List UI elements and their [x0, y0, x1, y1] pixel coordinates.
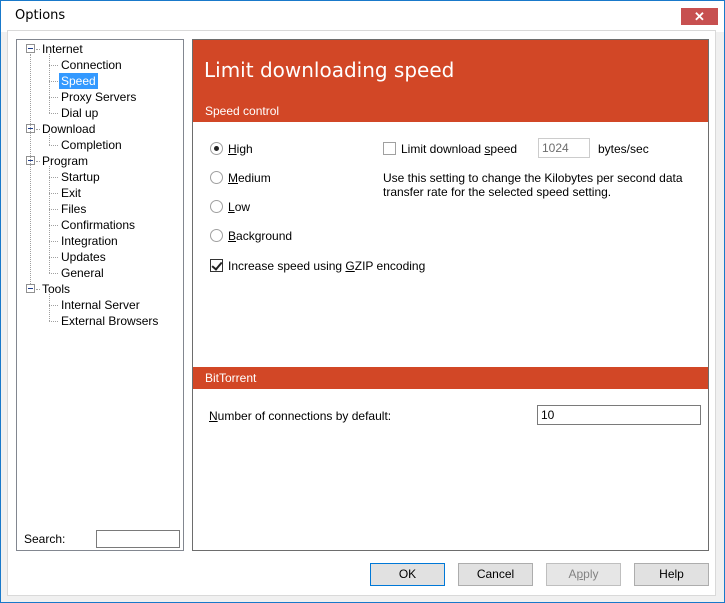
tree-item-external-browsers[interactable]: External Browsers — [59, 313, 160, 329]
tree-connector — [49, 81, 58, 82]
tree-connector — [49, 54, 50, 113]
radio-high[interactable] — [210, 142, 223, 155]
page-title: Limit downloading speed — [204, 58, 455, 82]
tree-item-connection[interactable]: Connection — [59, 57, 124, 73]
search-label: Search: — [24, 532, 66, 546]
title-bar: Options ✕ — [1, 1, 724, 32]
tree-item-internet[interactable]: Internet — [40, 41, 85, 57]
radio-low[interactable] — [210, 200, 223, 213]
tree-connector — [49, 225, 58, 226]
ok-button[interactable]: OK — [370, 563, 445, 586]
tree-connector — [49, 65, 58, 66]
tree-connector — [49, 305, 58, 306]
gzip-checkbox-label[interactable]: Increase speed using GZIP encoding — [228, 259, 425, 273]
radio-medium[interactable] — [210, 171, 223, 184]
tree-item-integration[interactable]: Integration — [59, 233, 120, 249]
tree-connector — [49, 321, 58, 322]
tree-connector — [49, 273, 58, 274]
gzip-checkbox[interactable] — [210, 259, 223, 272]
limit-speed-unit: bytes/sec — [598, 142, 649, 156]
tree-item-program[interactable]: Program — [40, 153, 90, 169]
cancel-button[interactable]: Cancel — [458, 563, 533, 586]
tree-connector — [49, 177, 58, 178]
tree-connector — [49, 97, 58, 98]
tree-item-internal-server[interactable]: Internal Server — [59, 297, 142, 313]
radio-background-label[interactable]: Background — [228, 229, 292, 243]
search-input[interactable] — [96, 530, 180, 548]
tree-connector — [49, 166, 50, 273]
tree-connector — [49, 134, 50, 145]
settings-panel: Limit downloading speed Speed control Hi… — [192, 39, 709, 551]
tree-connector — [49, 145, 58, 146]
radio-medium-label[interactable]: Medium — [228, 171, 271, 185]
collapse-icon[interactable] — [26, 44, 35, 53]
tree-connector — [49, 113, 58, 114]
window-title: Options — [15, 8, 66, 23]
limit-speed-checkbox[interactable] — [383, 142, 396, 155]
tree-item-proxy-servers[interactable]: Proxy Servers — [59, 89, 138, 105]
tree-connector — [49, 257, 58, 258]
tree-item-startup[interactable]: Startup — [59, 169, 102, 185]
tree-item-general[interactable]: General — [59, 265, 106, 281]
radio-high-label[interactable]: High — [228, 142, 253, 156]
speed-description: Use this setting to change the Kilobytes… — [383, 171, 683, 199]
connections-input[interactable]: 10 — [537, 405, 701, 425]
tree-item-tools[interactable]: Tools — [40, 281, 72, 297]
tree-item-dial-up[interactable]: Dial up — [59, 105, 100, 121]
section-header-speed-control: Speed control — [193, 100, 708, 122]
tree-connector — [30, 54, 31, 284]
radio-low-label[interactable]: Low — [228, 200, 250, 214]
tree-connector — [49, 241, 58, 242]
close-button[interactable]: ✕ — [681, 8, 718, 25]
tree-connector — [49, 294, 50, 321]
apply-button[interactable]: Apply — [546, 563, 621, 586]
tree-connector — [49, 209, 58, 210]
help-button[interactable]: Help — [634, 563, 709, 586]
tree-item-exit[interactable]: Exit — [59, 185, 83, 201]
close-icon: ✕ — [694, 9, 705, 24]
tree-item-updates[interactable]: Updates — [59, 249, 108, 265]
limit-speed-label[interactable]: Limit download speed — [401, 142, 517, 156]
tree-item-confirmations[interactable]: Confirmations — [59, 217, 137, 233]
radio-background[interactable] — [210, 229, 223, 242]
tree-item-files[interactable]: Files — [59, 201, 88, 217]
connections-label: Number of connections by default: — [209, 409, 392, 423]
limit-speed-input[interactable]: 1024 — [538, 138, 590, 158]
collapse-icon[interactable] — [26, 284, 35, 293]
section-header-bittorrent: BitTorrent — [193, 367, 708, 389]
tree-item-speed[interactable]: Speed — [59, 73, 98, 89]
page-header: Limit downloading speed — [193, 40, 708, 100]
options-tree-panel: Internet Connection Speed Proxy Servers Dial… — [16, 39, 184, 551]
tree-connector — [49, 193, 58, 194]
tree-item-completion[interactable]: Completion — [59, 137, 124, 153]
